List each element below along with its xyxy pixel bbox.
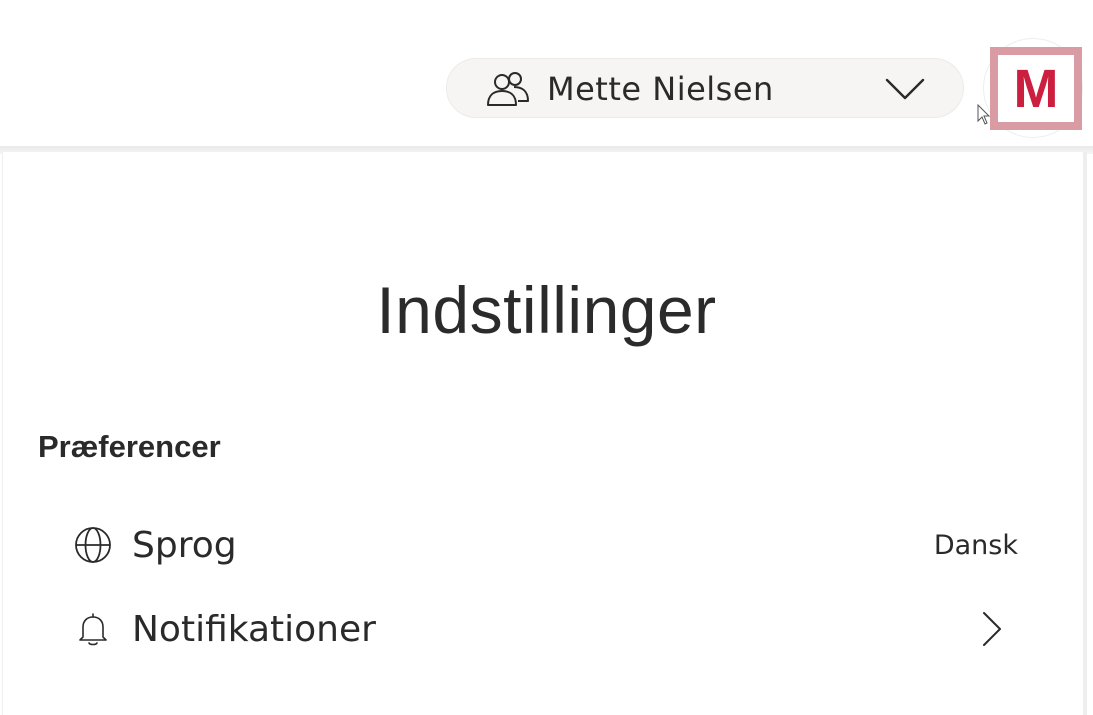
settings-row-value: Dansk [933, 530, 1018, 561]
section-title-preferences: Præferencer [38, 429, 221, 464]
top-bar: Mette Nielsen M [0, 0, 1093, 148]
mouse-pointer-icon [977, 104, 991, 125]
logo-letter: M [1013, 58, 1059, 119]
globe-icon [75, 527, 111, 563]
profile-switcher[interactable]: Mette Nielsen [446, 58, 964, 118]
logo-inner: M [998, 55, 1074, 122]
settings-row-language[interactable]: Sprog Dansk [60, 510, 1040, 580]
chevron-down-icon[interactable] [885, 77, 925, 101]
bell-icon [79, 613, 107, 646]
app-logo[interactable]: M [990, 47, 1082, 130]
settings-row-label: Notifikationer [132, 609, 376, 650]
chevron-right-icon [983, 612, 1001, 646]
settings-row-label: Sprog [132, 525, 237, 566]
page-title: Indstillinger [376, 273, 717, 347]
settings-row-notifications[interactable]: Notifikationer [60, 596, 1040, 666]
users-icon [487, 72, 529, 106]
profile-name: Mette Nielsen [547, 70, 774, 108]
